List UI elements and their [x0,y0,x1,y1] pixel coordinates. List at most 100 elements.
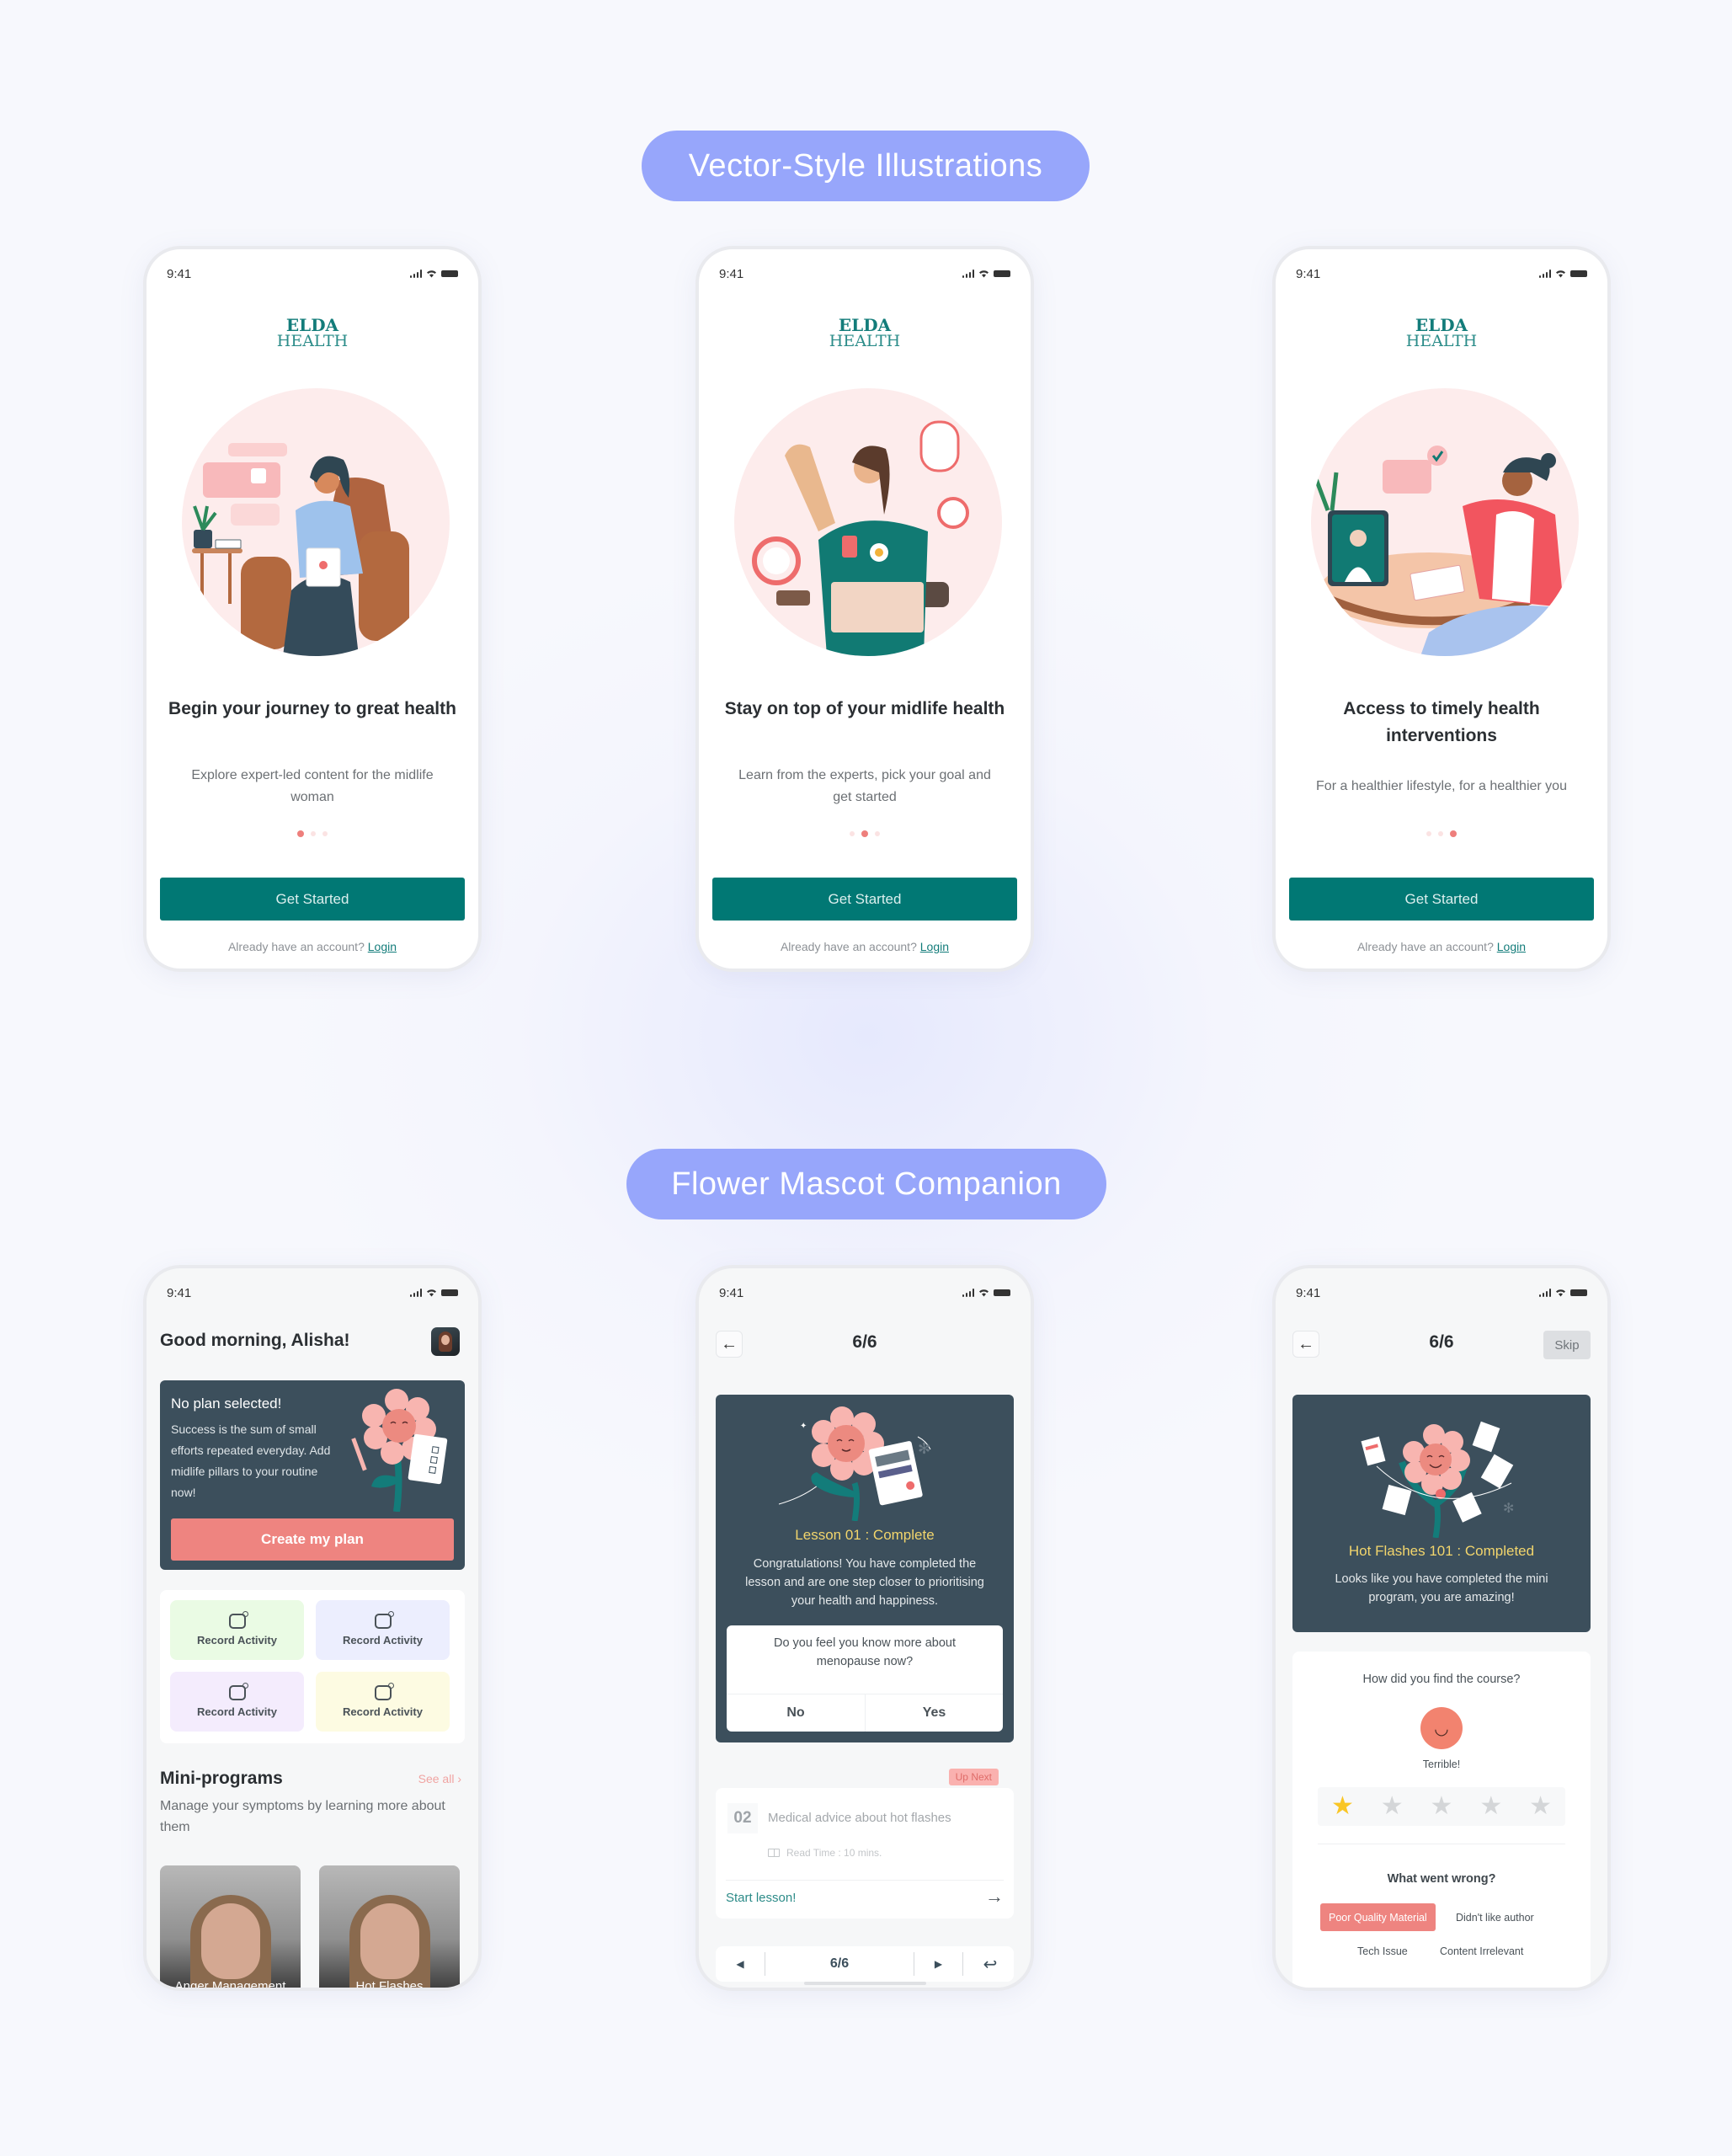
login-prompt: Already have an account? Login [147,940,478,953]
activity-chart-icon [374,1683,394,1700]
status-time: 9:41 [719,266,744,281]
chip-tech-issue[interactable]: Tech Issue [1349,1937,1416,1965]
star-icon-2[interactable]: ★ [1381,1794,1404,1819]
flower-mascot-checklist-illustration [351,1389,448,1512]
login-link[interactable]: Login [920,940,949,953]
mini-program-label: Hot Flashes [355,1979,424,1991]
return-button[interactable]: ↩ [963,1946,1017,1982]
page-dot-1[interactable] [297,830,304,837]
page-dot-1[interactable] [850,831,855,836]
signal-icon [1538,1289,1551,1297]
login-link[interactable]: Login [1497,940,1526,953]
status-bar: 9:41 [719,1283,1010,1302]
signal-icon [962,270,974,278]
get-started-button[interactable]: Get Started [1289,878,1594,921]
create-plan-button[interactable]: Create my plan [171,1518,454,1561]
get-started-button[interactable]: Get Started [712,878,1017,921]
star-icon-4[interactable]: ★ [1479,1794,1502,1819]
onboarding-screen-1: 9:41 ELDA HEALTH Begin your journey to g… [143,246,482,972]
page-dot-2[interactable] [311,831,316,836]
course-rating-card: How did you find the course? ◡ Terrible!… [1292,1652,1591,1988]
onboarding-subtitle: Explore expert-led content for the midli… [191,768,434,804]
star-icon-5[interactable]: ★ [1529,1794,1552,1819]
see-all-link[interactable]: See all › [418,1772,461,1785]
rating-label: Terrible! [1422,1758,1461,1770]
onboarding-screen-2: 9:41 ELDA HEALTH Stay on top of your mid… [695,246,1034,972]
account-prompt-text: Already have an account? [1356,940,1494,953]
onboarding-title: Access to timely health interventions [1343,699,1540,745]
activity-label: Record Activity [343,1634,423,1646]
next-lesson-card[interactable]: 02 Medical advice about hot flashes Read… [716,1788,1014,1919]
skip-button[interactable]: Skip [1543,1331,1591,1359]
wifi-icon [1556,1289,1565,1297]
activity-label: Record Activity [343,1705,423,1718]
record-activity-tile-2[interactable]: Record Activity [316,1600,450,1660]
account-prompt-text: Already have an account? [780,940,917,953]
section-title-flower-mascot: Flower Mascot Companion [626,1149,1106,1219]
chip-content-irrelevant[interactable]: Content Irrelevant [1431,1937,1532,1965]
answer-yes-button[interactable]: Yes [865,1694,1003,1732]
flower-mascot-certificate-illustration: ✻ ✦ [778,1406,931,1521]
get-started-button[interactable]: Get Started [160,878,465,921]
page-dot-3[interactable] [322,831,328,836]
record-activity-tile-4[interactable]: Record Activity [316,1672,450,1732]
page-indicator[interactable] [699,830,1031,837]
illustration-video-call-doctor [1311,388,1579,656]
page-dot-2[interactable] [861,830,868,837]
course-feedback-screen: 9:41 ← 6/6 Skip ✻ Hot Flashes 101: Comp… [1272,1265,1611,1991]
wifi-icon [1556,270,1565,278]
start-lesson-link[interactable]: Start lesson! [726,1891,796,1905]
page-dot-1[interactable] [1426,831,1431,836]
up-next-badge: Up Next [948,1769,999,1785]
photo-face [360,1903,419,1979]
book-icon [768,1849,780,1857]
battery-icon [994,270,1010,277]
activity-chart-icon [228,1683,248,1700]
wifi-icon [979,270,989,278]
star-icon-1[interactable]: ★ [1331,1794,1354,1819]
record-activity-tile-1[interactable]: Record Activity [170,1600,304,1660]
login-prompt: Already have an account? Login [1276,940,1607,953]
caret-left-icon: ◀ [736,1958,744,1970]
lesson-complete-title: Lesson 01 : Complete [795,1527,935,1543]
page-dot-3[interactable] [875,831,880,836]
onboarding-title: Begin your journey to great health [168,699,456,718]
next-page-button[interactable]: ▶ [914,1952,963,1976]
angry-face-icon: ◡ [1420,1707,1463,1749]
elda-health-logo: ELDA HEALTH [829,315,901,350]
page-indicator[interactable] [1276,830,1607,837]
elda-health-logo: ELDA HEALTH [276,315,349,350]
page-indicator[interactable] [147,830,478,837]
star-icon-3[interactable]: ★ [1431,1794,1453,1819]
answer-no-button[interactable]: No [727,1694,865,1732]
wifi-icon [427,270,436,278]
next-lesson-title: Medical advice about hot flashes [768,1811,951,1825]
star-rating[interactable]: ★ ★ ★ ★ ★ [1318,1787,1565,1826]
program-complete-message: Looks like you have completed the mini p… [1335,1572,1548,1604]
arrow-right-icon[interactable]: → [985,1886,1004,1908]
plan-card-title: No plan selected! [171,1396,282,1412]
lesson-complete-card: ✻ ✦ Lesson 01 : Complete Congratulations… [716,1395,1014,1742]
mini-program-card-anger-management[interactable]: Anger Management [160,1865,301,1988]
illustration-woman-on-armchair [182,388,450,656]
page-dot-3[interactable] [1450,830,1457,837]
onboarding-subtitle: Learn from the experts, pick your goal a… [738,768,991,804]
chip-poor-quality-material[interactable]: Poor Quality Material [1320,1903,1436,1931]
page-dot-2[interactable] [1438,831,1443,836]
signal-icon [409,270,422,278]
login-link[interactable]: Login [368,940,397,953]
record-activity-tile-3[interactable]: Record Activity [170,1672,304,1732]
lesson-pager: ◀ 6/6 ▶ ↩ [716,1946,1014,1982]
signal-icon [962,1289,974,1297]
chip-didnt-like-author[interactable]: Didn't like author [1447,1903,1543,1931]
caret-right-icon: ▶ [934,1958,943,1970]
user-avatar[interactable] [431,1327,460,1356]
mini-program-card-hot-flashes[interactable]: Hot Flashes [319,1865,460,1991]
mini-programs-subtitle: Manage your symptoms by learning more ab… [160,1799,445,1834]
page-indicator-text: 6/6 [765,1952,914,1976]
previous-page-button[interactable]: ◀ [716,1946,765,1982]
status-bar: 9:41 [1296,1283,1587,1302]
activity-label: Record Activity [197,1634,277,1646]
onboarding-screen-3: 9:41 ELDA HEALTH Access to timely health… [1272,246,1611,972]
what-went-wrong-heading: What went wrong? [1387,1872,1496,1886]
